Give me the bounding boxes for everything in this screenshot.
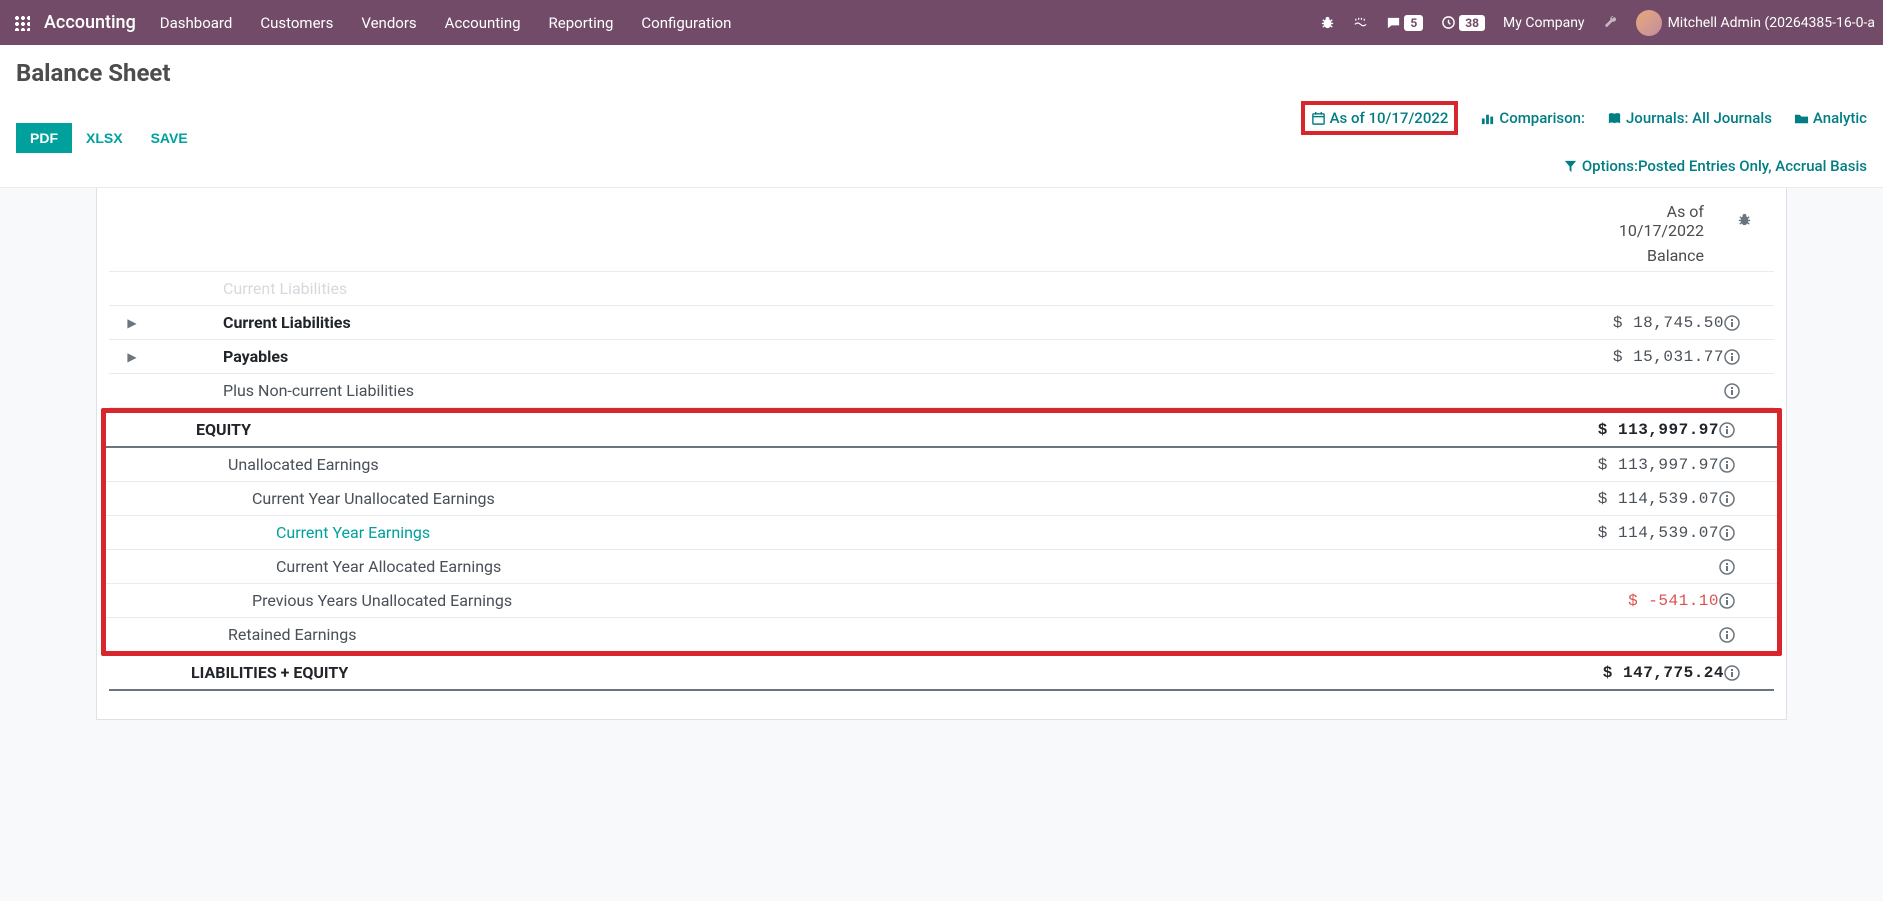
row-liabilities-equity[interactable]: ▶ LIABILITIES + EQUITY $ 147,775.24	[109, 656, 1774, 691]
info-icon[interactable]	[1719, 457, 1769, 473]
row-value: $ 147,775.24	[1524, 664, 1724, 682]
info-icon[interactable]	[1719, 422, 1769, 438]
row-payables[interactable]: ▶ Payables $ 15,031.77	[109, 340, 1774, 374]
menu-configuration[interactable]: Configuration	[641, 14, 731, 32]
report-table: As of 10/17/2022 Balance ▶ Current Liabi…	[96, 188, 1787, 720]
info-icon[interactable]	[1724, 383, 1774, 399]
top-nav: Accounting Dashboard Customers Vendors A…	[0, 0, 1883, 45]
column-header-date-2: 10/17/2022	[1619, 221, 1704, 240]
info-icon[interactable]	[1719, 559, 1769, 575]
row-cy-unallocated-earnings[interactable]: ▶ Current Year Unallocated Earnings $ 11…	[106, 482, 1777, 516]
row-cy-allocated-earnings[interactable]: ▶ Current Year Allocated Earnings	[106, 550, 1777, 584]
apps-grid-icon	[14, 15, 30, 31]
row-label: Current Liabilities	[155, 313, 1524, 332]
menu-customers[interactable]: Customers	[260, 14, 333, 32]
row-value: $ 18,745.50	[1524, 314, 1724, 332]
settings-icon[interactable]	[1603, 15, 1618, 30]
debug-icon[interactable]	[1320, 15, 1335, 30]
activities-button[interactable]: 38	[1441, 15, 1485, 31]
row-unallocated-earnings[interactable]: ▶ Unallocated Earnings $ 113,997.97	[106, 448, 1777, 482]
highlighted-equity-block: ▶ EQUITY $ 113,997.97 ▶ Unallocated Earn…	[101, 408, 1782, 656]
row-label: LIABILITIES + EQUITY	[155, 663, 1524, 682]
user-menu[interactable]: Mitchell Admin (20264385-16-0-a	[1636, 10, 1875, 36]
row-non-current-liabilities[interactable]: ▶ Plus Non-current Liabilities	[109, 374, 1774, 408]
filter-asof[interactable]: As of 10/17/2022	[1301, 101, 1459, 135]
row-label: Previous Years Unallocated Earnings	[160, 591, 1519, 610]
export-xlsx-button[interactable]: XLSX	[72, 123, 137, 153]
filter-asof-label: As of 10/17/2022	[1330, 109, 1449, 127]
filter-analytic-label: Analytic	[1813, 109, 1867, 127]
chevron-right-icon[interactable]: ▶	[109, 316, 155, 330]
info-icon[interactable]	[1719, 525, 1769, 541]
filter-comparison[interactable]: Comparison:	[1480, 101, 1585, 135]
filter-options-label: Options:Posted Entries Only, Accrual Bas…	[1582, 157, 1867, 175]
support-icon[interactable]	[1353, 15, 1368, 30]
row-label: Unallocated Earnings	[160, 455, 1519, 474]
user-name: Mitchell Admin (20264385-16-0-a	[1668, 15, 1875, 31]
module-name[interactable]: Accounting	[44, 12, 136, 33]
messages-button[interactable]: 5	[1386, 15, 1423, 31]
row-label: Current Year Allocated Earnings	[160, 557, 1519, 576]
menu-reporting[interactable]: Reporting	[549, 14, 614, 32]
menu-accounting[interactable]: Accounting	[445, 14, 521, 32]
info-icon[interactable]	[1724, 315, 1774, 331]
row-label: Payables	[155, 347, 1524, 366]
messages-badge: 5	[1404, 15, 1423, 31]
column-header-date-1: As of	[1667, 202, 1704, 221]
row-label: Current Year Unallocated Earnings	[160, 489, 1519, 508]
control-panel: Balance Sheet PDF XLSX SAVE As of 10/17/…	[0, 45, 1883, 188]
activities-badge: 38	[1459, 15, 1485, 31]
export-pdf-button[interactable]: PDF	[16, 123, 72, 153]
row-value: $ 113,997.97	[1519, 421, 1719, 439]
info-icon[interactable]	[1724, 349, 1774, 365]
filter-options[interactable]: Options:Posted Entries Only, Accrual Bas…	[1563, 157, 1867, 175]
row-value: $ 15,031.77	[1524, 348, 1724, 366]
row-value: $ 114,539.07	[1519, 524, 1719, 542]
filter-journals[interactable]: Journals: All Journals	[1607, 101, 1772, 135]
info-icon[interactable]	[1719, 593, 1769, 609]
row-value: $ 113,997.97	[1519, 456, 1719, 474]
menu-dashboard[interactable]: Dashboard	[160, 14, 233, 32]
row-cy-earnings[interactable]: ▶ Current Year Earnings $ 114,539.07	[106, 516, 1777, 550]
filter-journals-label: Journals: All Journals	[1626, 109, 1772, 127]
main-menu: Dashboard Customers Vendors Accounting R…	[160, 14, 732, 32]
chevron-right-icon[interactable]: ▶	[109, 350, 155, 364]
info-icon[interactable]	[1719, 627, 1769, 643]
save-button[interactable]: SAVE	[137, 123, 202, 153]
row-py-unallocated-earnings[interactable]: ▶ Previous Years Unallocated Earnings $ …	[106, 584, 1777, 618]
row-label: Retained Earnings	[160, 625, 1519, 644]
row-label: EQUITY	[160, 420, 1519, 439]
row-retained-earnings[interactable]: ▶ Retained Earnings	[106, 618, 1777, 651]
page-title: Balance Sheet	[16, 59, 1867, 87]
avatar	[1636, 10, 1662, 36]
menu-vendors[interactable]: Vendors	[361, 14, 416, 32]
row-label[interactable]: Current Year Earnings	[160, 523, 1519, 542]
info-icon[interactable]	[1724, 665, 1774, 681]
filter-analytic[interactable]: Analytic	[1794, 101, 1867, 135]
row-value: $ -541.10	[1519, 592, 1719, 610]
truncated-row-label: Current Liabilities	[155, 279, 1524, 298]
row-value: $ 114,539.07	[1519, 490, 1719, 508]
row-equity[interactable]: ▶ EQUITY $ 113,997.97	[106, 413, 1777, 448]
column-header-balance: Balance	[1647, 246, 1704, 265]
row-current-liabilities[interactable]: ▶ Current Liabilities $ 18,745.50	[109, 306, 1774, 340]
filter-comparison-label: Comparison:	[1499, 109, 1585, 127]
apps-menu-button[interactable]	[8, 9, 36, 37]
info-icon[interactable]	[1719, 491, 1769, 507]
company-switcher[interactable]: My Company	[1503, 15, 1585, 31]
row-label: Plus Non-current Liabilities	[155, 381, 1524, 400]
